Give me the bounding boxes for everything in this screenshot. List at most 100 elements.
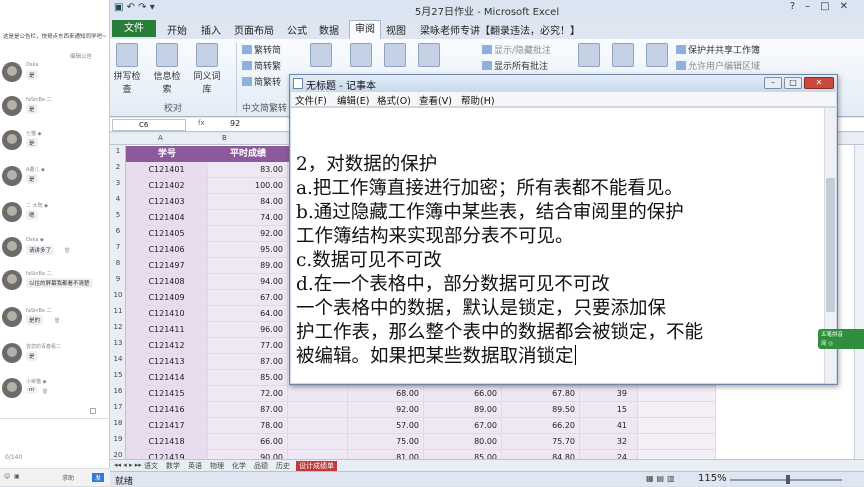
row-number[interactable]: 12 <box>110 323 126 331</box>
table-cell[interactable]: 72.00 <box>208 386 288 402</box>
sheet-tab[interactable]: 语文 <box>144 461 158 471</box>
protect-share-button[interactable]: 保护并共享工作簿 <box>676 43 760 56</box>
avatar[interactable] <box>2 130 22 150</box>
table-cell[interactable] <box>288 386 348 402</box>
trash-icon[interactable]: 🗑 <box>54 318 60 324</box>
table-cell[interactable]: 90.00 <box>208 450 288 459</box>
table-cell[interactable]: 66.00 <box>424 386 502 402</box>
menu-view[interactable]: 查看(V) <box>419 93 452 107</box>
table-cell[interactable]: 32 <box>580 434 638 450</box>
minimize-button[interactable]: – <box>764 77 782 89</box>
send-button[interactable]: 发 <box>92 473 105 482</box>
table-cell[interactable]: 84.80 <box>502 450 580 459</box>
vertical-scrollbar[interactable] <box>854 145 864 459</box>
menu-edit[interactable]: 编辑(E) <box>337 93 369 107</box>
avatar[interactable] <box>2 202 22 222</box>
sheet-tab[interactable]: 英语 <box>188 461 202 471</box>
table-cell[interactable]: 57.00 <box>348 418 424 434</box>
formula-input[interactable]: 92 <box>230 119 240 128</box>
table-cell[interactable]: 96.00 <box>208 322 288 338</box>
table-cell[interactable]: C121416 <box>126 402 208 418</box>
table-cell[interactable]: 84.00 <box>208 194 288 210</box>
table-cell[interactable] <box>638 450 716 459</box>
ime-badge[interactable]: 五笔拼音 简 ◎ <box>818 329 864 349</box>
avatar[interactable] <box>2 237 22 257</box>
sheet-tab[interactable]: 历史 <box>276 461 290 471</box>
sheet-tab[interactable]: 品德 <box>254 461 268 471</box>
column-header[interactable]: B <box>222 134 227 142</box>
table-cell[interactable]: 100.00 <box>208 178 288 194</box>
table-cell[interactable]: 80.00 <box>424 434 502 450</box>
share-workbook-button[interactable] <box>642 43 672 69</box>
convert-button[interactable]: 简繁转 <box>242 75 281 88</box>
avatar[interactable] <box>2 96 22 116</box>
table-cell[interactable]: C121418 <box>126 434 208 450</box>
maximize-button[interactable]: □ <box>784 77 802 89</box>
table-cell[interactable]: C121414 <box>126 370 208 386</box>
table-cell[interactable] <box>288 450 348 459</box>
tab-review[interactable]: 审阅 <box>349 20 381 39</box>
table-cell[interactable]: 39 <box>580 386 638 402</box>
tab-custom[interactable]: 梁咏老师专讲【翻录违法，必究！】 <box>420 22 580 37</box>
name-box[interactable]: C6 <box>112 119 186 131</box>
table-cell[interactable]: C121413 <box>126 354 208 370</box>
menu-format[interactable]: 格式(O) <box>377 93 411 107</box>
sheet-tab[interactable]: 物理 <box>210 461 224 471</box>
tab-file[interactable]: 文件 <box>112 20 156 37</box>
row-number[interactable]: 16 <box>110 387 126 395</box>
table-cell[interactable] <box>638 386 716 402</box>
table-cell[interactable]: C121415 <box>126 386 208 402</box>
table-cell[interactable]: 92.00 <box>208 226 288 242</box>
tab-data[interactable]: 数据 <box>319 22 339 37</box>
table-cell[interactable]: 78.00 <box>208 418 288 434</box>
table-cell[interactable]: C121411 <box>126 322 208 338</box>
row-number[interactable]: 19 <box>110 435 126 443</box>
table-cell[interactable]: 81.00 <box>348 450 424 459</box>
header-score[interactable]: 平时成绩 <box>208 146 288 162</box>
table-cell[interactable]: 89.00 <box>208 258 288 274</box>
avatar[interactable] <box>2 378 22 398</box>
table-cell[interactable]: 67.00 <box>424 418 502 434</box>
tab-layout[interactable]: 页面布局 <box>234 22 274 37</box>
table-cell[interactable]: 87.00 <box>208 354 288 370</box>
table-cell[interactable]: 24 <box>580 450 638 459</box>
table-cell[interactable]: C121402 <box>126 178 208 194</box>
table-cell[interactable]: 64.00 <box>208 306 288 322</box>
trad-to-simp-button[interactable]: 繁转简 <box>242 43 281 56</box>
row-number[interactable]: 17 <box>110 403 126 411</box>
table-cell[interactable]: C121417 <box>126 418 208 434</box>
table-cell[interactable]: C121406 <box>126 242 208 258</box>
row-number[interactable]: 1 <box>110 147 126 155</box>
avatar[interactable] <box>2 62 22 82</box>
table-cell[interactable]: C121405 <box>126 226 208 242</box>
table-cell[interactable]: 83.00 <box>208 162 288 178</box>
table-cell[interactable]: C121419 <box>126 450 208 459</box>
view-buttons[interactable]: ▦▤▥ <box>646 474 678 483</box>
table-cell[interactable]: 85.00 <box>208 370 288 386</box>
zoom-slider-thumb[interactable] <box>786 475 790 484</box>
table-cell[interactable]: 77.00 <box>208 338 288 354</box>
new-comment-button[interactable] <box>306 43 336 69</box>
checkbox[interactable] <box>90 408 96 414</box>
row-number[interactable]: 5 <box>110 211 126 219</box>
fx-button[interactable]: fx <box>198 119 205 127</box>
notepad-text-area[interactable]: 2，对数据的保护 a.把工作簿直接进行加密；所有表都不能看见。 b.通过隐藏工作… <box>291 108 824 383</box>
row-number[interactable]: 8 <box>110 259 126 267</box>
table-cell[interactable]: C121408 <box>126 274 208 290</box>
table-cell[interactable]: 75.00 <box>348 434 424 450</box>
table-cell[interactable]: C121403 <box>126 194 208 210</box>
tab-view[interactable]: 视图 <box>386 22 406 37</box>
trash-icon[interactable]: 🗑 <box>42 389 48 395</box>
table-cell[interactable]: 67.80 <box>502 386 580 402</box>
simp-to-trad-button[interactable]: 简转繁 <box>242 59 281 72</box>
table-cell[interactable]: 67.00 <box>208 290 288 306</box>
table-cell[interactable]: C121404 <box>126 210 208 226</box>
column-header[interactable]: A <box>158 134 163 142</box>
show-all-comments-button[interactable]: 显示所有批注 <box>482 59 548 72</box>
table-cell[interactable]: 95.00 <box>208 242 288 258</box>
table-cell[interactable]: 68.00 <box>348 386 424 402</box>
table-cell[interactable]: C121497 <box>126 258 208 274</box>
thesaurus-button[interactable]: 同义词库 <box>192 43 222 95</box>
header-id[interactable]: 学号 <box>126 146 208 162</box>
table-cell[interactable] <box>638 434 716 450</box>
